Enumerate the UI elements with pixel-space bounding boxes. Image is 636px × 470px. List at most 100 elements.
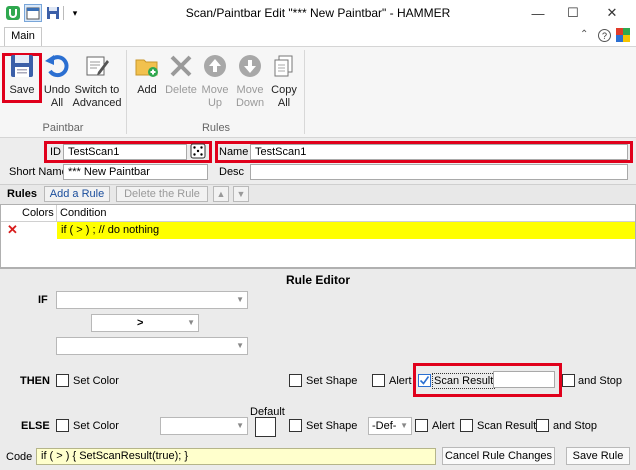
add-rule-ribbon-button[interactable]: Add — [132, 50, 162, 97]
id-label: ID — [50, 146, 61, 158]
add-label: Add — [137, 84, 157, 96]
move-down-button[interactable]: Move Down — [233, 50, 267, 110]
arrow-down-icon — [235, 50, 265, 82]
row-condition-cell[interactable]: if ( > ) ; // do nothing — [57, 222, 635, 239]
rules-label: Rules — [7, 188, 37, 200]
add-rule-button[interactable]: Add a Rule — [44, 186, 110, 202]
chevron-down-icon: ▼ — [400, 421, 408, 430]
then-and-stop-checkbox[interactable] — [562, 374, 575, 387]
else-set-shape-checkbox[interactable] — [289, 419, 302, 432]
group-label-rules: Rules — [201, 122, 231, 134]
undo-icon — [42, 50, 72, 82]
delete-label: Delete — [165, 84, 197, 96]
rule-editor-title: Rule Editor — [285, 273, 350, 287]
if-left-combo[interactable]: ▼ — [56, 291, 248, 309]
switch-to-advanced-label: Switch to Advanced — [72, 84, 122, 109]
arrow-up-icon — [200, 50, 230, 82]
dice-icon[interactable] — [190, 143, 206, 162]
else-set-color-checkbox[interactable] — [56, 419, 69, 432]
column-header-colors[interactable]: Colors — [22, 207, 54, 219]
floppy-disk-icon — [7, 50, 37, 82]
delete-ribbon-button[interactable]: Delete — [164, 50, 198, 97]
divider — [56, 205, 57, 222]
else-and-stop-label: and Stop — [553, 420, 598, 432]
operator-value: > — [137, 317, 144, 329]
copy-icon — [269, 50, 299, 82]
svg-text:?: ? — [602, 31, 607, 41]
name-field[interactable]: TestScan1 — [250, 144, 628, 160]
else-set-shape-label: Set Shape — [306, 420, 358, 432]
color-theme-icon[interactable] — [616, 28, 630, 45]
else-label: ELSE — [21, 420, 50, 432]
cancel-rule-changes-button[interactable]: Cancel Rule Changes — [442, 447, 555, 465]
undo-all-button[interactable]: Undo All — [44, 50, 70, 110]
copy-all-button[interactable]: Copy All — [270, 50, 298, 110]
if-label: IF — [38, 294, 48, 306]
then-set-color-label: Set Color — [73, 375, 119, 387]
delete-row-icon[interactable]: ✕ — [7, 222, 18, 238]
checkmark-icon — [419, 376, 430, 385]
column-header-condition[interactable]: Condition — [60, 207, 106, 219]
undo-all-label: Undo All — [43, 84, 71, 109]
then-set-shape-checkbox[interactable] — [289, 374, 302, 387]
if-right-combo[interactable]: ▼ — [56, 337, 248, 355]
ribbon-tab-row — [0, 26, 636, 46]
edit-document-icon — [82, 50, 112, 82]
table-row[interactable]: ✕ if ( > ) ; // do nothing — [1, 222, 635, 239]
else-shape-combo[interactable]: -Def- ▼ — [368, 417, 412, 435]
else-scan-result-label: Scan Result — [477, 420, 537, 432]
copy-all-label: Copy All — [271, 84, 297, 109]
else-alert-label: Alert — [432, 420, 455, 432]
then-set-shape-label: Set Shape — [306, 375, 358, 387]
row-condition-text: if ( > ) ; // do nothing — [61, 224, 160, 236]
then-scan-result-checkbox[interactable] — [418, 374, 431, 387]
switch-to-advanced-button[interactable]: Switch to Advanced — [72, 50, 122, 110]
collapse-ribbon-icon[interactable]: ⌃ — [580, 29, 588, 40]
maximize-button[interactable]: ☐ — [559, 4, 587, 22]
close-button[interactable]: ✕ — [598, 4, 626, 22]
else-alert-checkbox[interactable] — [415, 419, 428, 432]
else-color-combo[interactable]: ▼ — [160, 417, 248, 435]
save-button[interactable]: Save — [7, 50, 37, 97]
tab-main[interactable]: Main — [4, 27, 42, 46]
operator-combo[interactable]: > ▼ — [91, 314, 199, 332]
chevron-down-icon: ▼ — [187, 318, 195, 327]
move-up-label: Move Up — [201, 84, 229, 109]
then-label: THEN — [20, 375, 50, 387]
delete-x-icon — [166, 50, 196, 82]
ribbon-group-divider — [304, 50, 305, 134]
desc-field[interactable] — [250, 164, 628, 180]
move-up-button[interactable]: Move Up — [200, 50, 230, 110]
default-color-swatch[interactable] — [255, 417, 276, 437]
move-down-label: Move Down — [235, 84, 265, 109]
chevron-down-icon: ▼ — [236, 421, 244, 430]
code-label: Code — [6, 451, 33, 463]
else-shape-value: -Def- — [372, 420, 397, 432]
desc-label: Desc — [219, 166, 245, 178]
then-and-stop-label: and Stop — [578, 375, 623, 387]
then-alert-checkbox[interactable] — [372, 374, 385, 387]
short-name-label: Short Name — [9, 166, 68, 178]
add-folder-icon — [132, 50, 162, 82]
chevron-down-icon: ▼ — [236, 341, 244, 350]
else-and-stop-checkbox[interactable] — [536, 419, 549, 432]
rule-move-up-button[interactable]: ▲ — [213, 186, 229, 202]
id-field[interactable]: TestScan1 — [63, 144, 187, 160]
then-scan-result-label: Scan Result — [432, 373, 496, 389]
name-label: Name — [219, 146, 249, 158]
scan-result-value-field[interactable] — [493, 371, 555, 388]
short-name-field[interactable]: *** New Paintbar — [63, 164, 208, 180]
minimize-button[interactable]: — — [524, 4, 552, 22]
else-set-color-label: Set Color — [73, 420, 119, 432]
group-label-paintbar: Paintbar — [42, 122, 84, 134]
else-scan-result-checkbox[interactable] — [460, 419, 473, 432]
chevron-down-icon: ▼ — [236, 295, 244, 304]
save-rule-button[interactable]: Save Rule — [566, 447, 630, 465]
then-set-color-checkbox[interactable] — [56, 374, 69, 387]
code-field[interactable]: if ( > ) { SetScanResult(true); } — [36, 448, 436, 465]
delete-rule-button[interactable]: Delete the Rule — [116, 186, 208, 202]
then-alert-label: Alert — [389, 375, 412, 387]
rule-move-down-button[interactable]: ▼ — [233, 186, 249, 202]
help-icon[interactable]: ? — [598, 29, 611, 45]
save-label: Save — [9, 84, 35, 96]
